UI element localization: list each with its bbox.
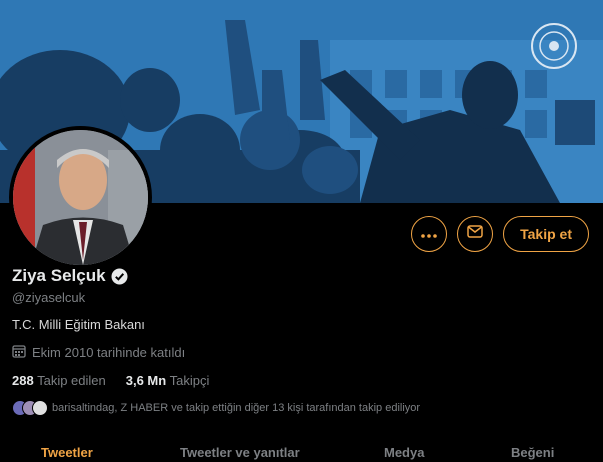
- envelope-icon: [467, 225, 483, 243]
- profile-bio: T.C. Milli Eğitim Bakanı: [12, 317, 145, 332]
- follow-button[interactable]: Takip et: [503, 216, 589, 252]
- profile-handle: @ziyaselcuk: [12, 290, 86, 305]
- tab-tweets-and-replies[interactable]: Tweetler ve yanıtlar: [180, 445, 300, 460]
- calendar-icon: [12, 344, 26, 361]
- followers-link[interactable]: 3,6 Mn Takipçi: [126, 373, 210, 388]
- avatar: [32, 400, 48, 416]
- tab-likes[interactable]: Beğeni: [511, 445, 554, 460]
- following-link[interactable]: 288 Takip edilen: [12, 373, 106, 388]
- profile-stats: 288 Takip edilen 3,6 Mn Takipçi: [12, 373, 209, 388]
- more-button[interactable]: [411, 216, 448, 252]
- message-button[interactable]: [457, 216, 494, 252]
- following-count: 288: [12, 373, 34, 388]
- verified-badge-icon: [111, 268, 128, 285]
- joined-text: Ekim 2010 tarihinde katıldı: [32, 345, 186, 360]
- followed-by-text: barisaltindag, Z HABER ve takip ettiğin …: [52, 402, 421, 414]
- profile-joined: Ekim 2010 tarihinde katıldı: [12, 344, 185, 361]
- mutual-avatars: [12, 400, 48, 416]
- profile-actions: Takip et: [411, 216, 589, 252]
- profile-name-row: Ziya Selçuk: [12, 266, 128, 286]
- followed-by-row[interactable]: barisaltindag, Z HABER ve takip ettiğin …: [12, 400, 420, 416]
- profile-avatar[interactable]: [9, 126, 152, 269]
- tab-media[interactable]: Medya: [384, 445, 424, 460]
- profile-tabs: Tweetler Tweetler ve yanıtlar Medya Beğe…: [0, 440, 603, 462]
- followers-count: 3,6 Mn: [125, 373, 167, 388]
- tab-tweets[interactable]: Tweetler: [41, 445, 93, 460]
- following-label: Takip edilen: [37, 373, 106, 388]
- profile-name: Ziya Selçuk: [12, 266, 106, 285]
- more-dots-icon: [421, 225, 437, 243]
- followers-label: Takipçi: [169, 373, 210, 388]
